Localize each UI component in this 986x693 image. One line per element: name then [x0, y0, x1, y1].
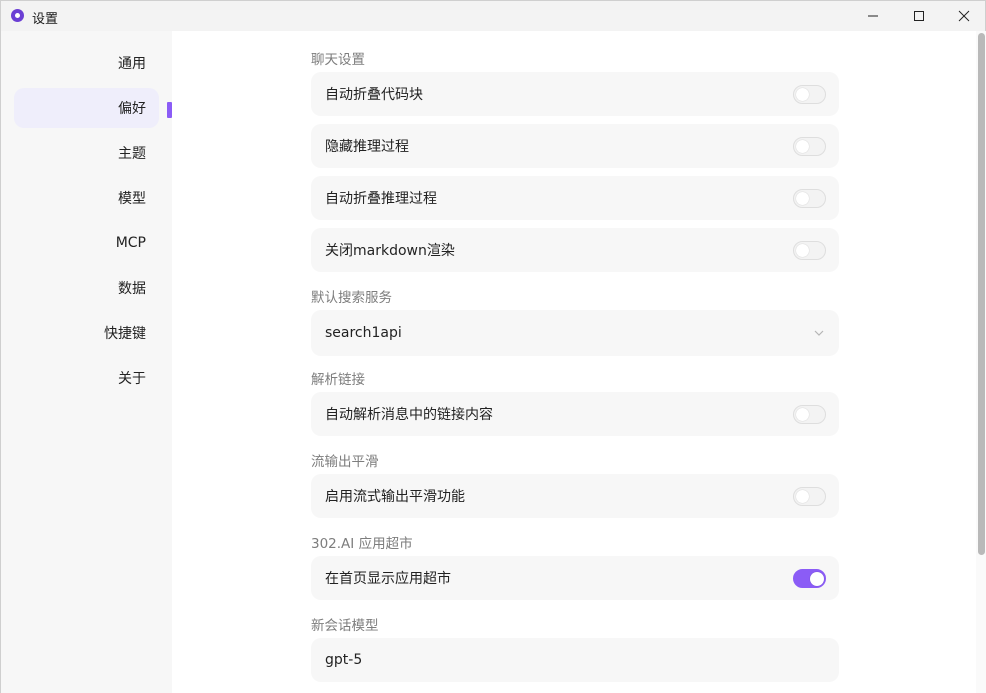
search-service-select[interactable]: search1api [311, 310, 839, 356]
option-label: 在首页显示应用超市 [325, 571, 451, 587]
option-label: 自动折叠代码块 [325, 87, 423, 103]
section-title-new-chat-model: 新会话模型 [311, 618, 379, 634]
sidebar-item-label: 快捷键 [104, 326, 146, 342]
settings-sidebar: 通用 偏好 主题 模型 MCP 数据 快捷键 关于 [1, 31, 172, 693]
sidebar-item-label: 关于 [118, 371, 146, 387]
sidebar-item-about[interactable]: 关于 [14, 358, 159, 398]
option-label: 关闭markdown渲染 [325, 243, 455, 259]
sidebar-item-label: MCP [115, 235, 146, 251]
disable-markdown-toggle[interactable] [793, 241, 826, 260]
option-label: 自动解析消息中的链接内容 [325, 407, 493, 423]
option-row-smooth-stream: 启用流式输出平滑功能 [311, 474, 839, 518]
option-row-collapse-code: 自动折叠代码块 [311, 72, 839, 116]
maximize-icon [914, 11, 924, 21]
sidebar-item-preferences[interactable]: 偏好 [14, 88, 159, 128]
close-icon [958, 10, 970, 22]
option-row-collapse-reasoning: 自动折叠推理过程 [311, 176, 839, 220]
sidebar-item-theme[interactable]: 主题 [14, 133, 159, 173]
scrollbar-thumb[interactable] [978, 33, 985, 555]
option-label: 自动折叠推理过程 [325, 191, 437, 207]
sidebar-item-mcp[interactable]: MCP [14, 223, 159, 263]
app-logo-icon [11, 9, 24, 22]
minimize-button[interactable] [850, 1, 896, 31]
title-bar: 设置 [1, 1, 985, 31]
sidebar-item-label: 通用 [118, 56, 146, 72]
new-chat-model-select[interactable]: gpt-5 [311, 638, 839, 682]
section-title-link: 解析链接 [311, 372, 365, 388]
option-label: 隐藏推理过程 [325, 139, 409, 155]
maximize-button[interactable] [896, 1, 942, 31]
settings-content: 聊天设置 自动折叠代码块 隐藏推理过程 自动折叠推理过程 关闭markdown渲… [172, 31, 976, 693]
selected-value: gpt-5 [325, 652, 363, 668]
sidebar-item-label: 模型 [118, 191, 146, 207]
section-title-market: 302.AI 应用超市 [311, 536, 413, 552]
option-row-show-market: 在首页显示应用超市 [311, 556, 839, 600]
chevron-down-icon [814, 330, 824, 336]
minimize-icon [868, 15, 878, 17]
option-label: 启用流式输出平滑功能 [325, 489, 465, 505]
section-title-stream: 流输出平滑 [311, 454, 379, 470]
option-row-disable-markdown: 关闭markdown渲染 [311, 228, 839, 272]
close-button[interactable] [941, 1, 986, 31]
hide-reasoning-toggle[interactable] [793, 137, 826, 156]
option-row-hide-reasoning: 隐藏推理过程 [311, 124, 839, 168]
sidebar-item-label: 偏好 [118, 101, 146, 117]
window-title: 设置 [32, 12, 59, 27]
section-title-search: 默认搜索服务 [311, 290, 392, 306]
show-market-toggle[interactable] [793, 569, 826, 588]
collapse-code-toggle[interactable] [793, 85, 826, 104]
sidebar-item-shortcuts[interactable]: 快捷键 [14, 313, 159, 353]
sidebar-item-models[interactable]: 模型 [14, 178, 159, 218]
option-row-parse-links: 自动解析消息中的链接内容 [311, 392, 839, 436]
settings-window: 设置 通用 偏好 主题 模型 MCP 数据 快捷键 关于 聊天设置 自动折叠代码… [0, 0, 986, 693]
sidebar-item-label: 数据 [118, 281, 146, 297]
selected-value: search1api [325, 325, 402, 341]
collapse-reasoning-toggle[interactable] [793, 189, 826, 208]
smooth-stream-toggle[interactable] [793, 487, 826, 506]
section-title-chat: 聊天设置 [311, 52, 365, 68]
sidebar-item-general[interactable]: 通用 [14, 43, 159, 83]
sidebar-item-label: 主题 [118, 146, 146, 162]
parse-links-toggle[interactable] [793, 405, 826, 424]
sidebar-item-data[interactable]: 数据 [14, 268, 159, 308]
